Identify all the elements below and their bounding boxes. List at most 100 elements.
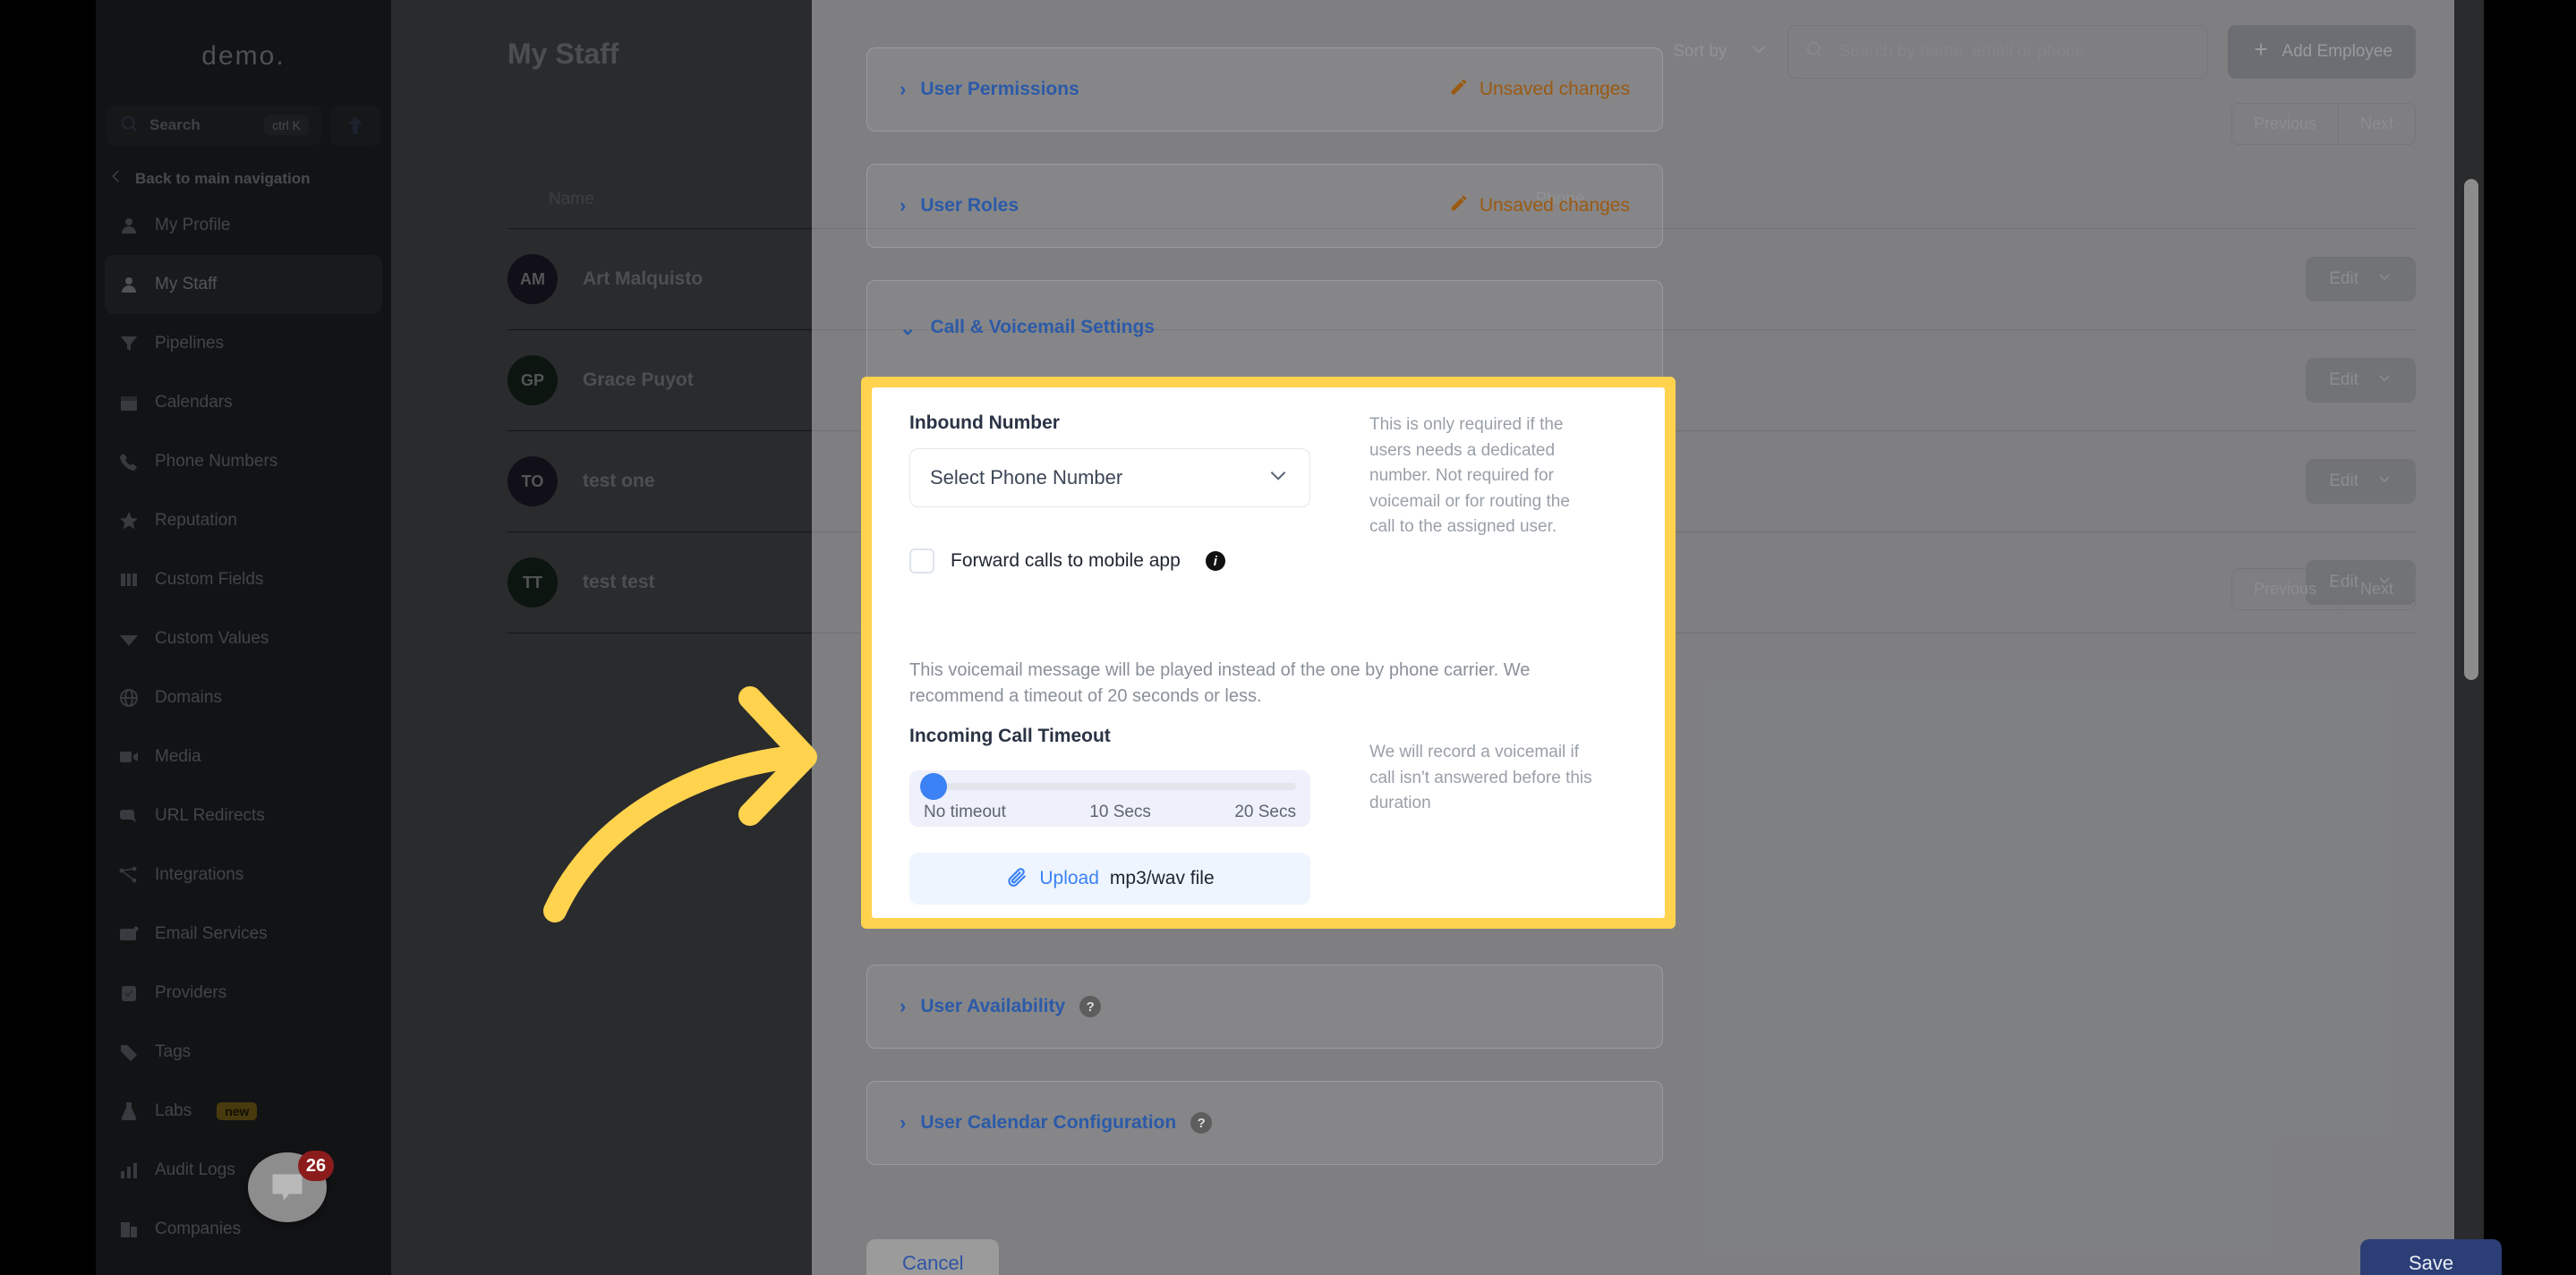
- sidebar-item-label: My Profile: [155, 216, 231, 234]
- globe-icon: [117, 686, 141, 710]
- sidebar-item-reputation[interactable]: Reputation: [105, 491, 382, 550]
- screen-root: demo. Search ctrl K Back to main navigat…: [0, 0, 2576, 1275]
- sidebar-item-label: Integrations: [155, 865, 244, 884]
- building-icon: [117, 1218, 141, 1241]
- sidebar-item-my-staff[interactable]: My Staff: [105, 255, 382, 314]
- sidebar-item-domains[interactable]: Domains: [105, 668, 382, 727]
- sidebar-item-label: Custom Fields: [155, 570, 264, 589]
- avatar: TO: [508, 456, 558, 506]
- redirect-icon: [117, 804, 141, 828]
- chat-widget-button[interactable]: 26: [248, 1151, 334, 1222]
- forward-calls-row[interactable]: Forward calls to mobile app i: [909, 548, 1627, 574]
- incoming-call-timeout-label: Incoming Call Timeout: [909, 726, 1111, 746]
- incoming-call-timeout-slider[interactable]: No timeout 10 Secs 20 Secs: [909, 770, 1310, 827]
- upload-voicemail-button[interactable]: Upload mp3/wav file: [909, 853, 1310, 905]
- highlight-frame: Inbound Number Select Phone Number Forwa…: [861, 377, 1676, 929]
- sidebar-item-labs[interactable]: Labs new: [105, 1082, 382, 1141]
- help-icon[interactable]: ?: [1079, 996, 1102, 1017]
- upload-link-text: Upload: [1039, 868, 1099, 888]
- sidebar-item-phone-numbers[interactable]: Phone Numbers: [105, 432, 382, 491]
- envelope-icon: [117, 922, 141, 946]
- accordion-user-availability[interactable]: › User Availability ?: [866, 965, 1663, 1049]
- upload-suffix-text: mp3/wav file: [1109, 868, 1215, 888]
- chevron-right-icon: ›: [900, 78, 907, 100]
- pencil-icon: [1449, 193, 1469, 218]
- sidebar-item-label: Domains: [155, 688, 222, 707]
- sidebar-item-my-profile[interactable]: My Profile: [105, 196, 382, 255]
- sidebar-item-url-redirects[interactable]: URL Redirects: [105, 786, 382, 846]
- slider-ticks: No timeout 10 Secs 20 Secs: [924, 803, 1296, 822]
- help-icon[interactable]: ?: [1190, 1112, 1213, 1134]
- chevron-left-icon: [108, 168, 124, 189]
- sidebar-item-custom-values[interactable]: Custom Values: [105, 609, 382, 668]
- voicemail-help-text: This voicemail message will be played in…: [909, 660, 1531, 706]
- accordion-user-permissions[interactable]: › User Permissions Unsaved changes: [866, 47, 1663, 132]
- sidebar-item-custom-fields[interactable]: Custom Fields: [105, 550, 382, 609]
- page-scrollbar[interactable]: [2464, 179, 2478, 680]
- sidebar-item-calendars[interactable]: Calendars: [105, 373, 382, 432]
- accordion-title: User Calendar Configuration: [920, 1112, 1177, 1133]
- video-icon: [117, 745, 141, 769]
- search-shortcut: ctrl K: [264, 115, 309, 135]
- sidebar-item-audit-logs[interactable]: Audit Logs: [105, 1141, 382, 1200]
- chevron-right-icon: ›: [900, 995, 907, 1017]
- avatar: TT: [508, 557, 558, 608]
- quick-action-button[interactable]: [330, 106, 380, 145]
- bar-chart-icon: [117, 1159, 141, 1182]
- paperclip-icon: [1005, 865, 1028, 893]
- info-icon[interactable]: i: [1205, 551, 1225, 571]
- user-circle-icon: [117, 214, 141, 237]
- forward-calls-checkbox[interactable]: [909, 548, 934, 574]
- slider-track[interactable]: [920, 773, 1296, 800]
- chevron-down-icon: [1267, 463, 1290, 492]
- slider-tick-min: No timeout: [924, 803, 1006, 821]
- annotation-arrow: [537, 680, 850, 931]
- diamond-icon: [117, 627, 141, 650]
- accordion-user-roles[interactable]: › User Roles Unsaved changes: [866, 164, 1663, 248]
- sidebar-item-tags[interactable]: Tags: [105, 1023, 382, 1082]
- sidebar-item-providers[interactable]: Providers: [105, 964, 382, 1023]
- sidebar-item-label: Providers: [155, 983, 227, 1002]
- staff-name: test test: [583, 572, 655, 592]
- back-to-main-navigation[interactable]: Back to main navigation: [96, 168, 391, 189]
- unsaved-changes-status: Unsaved changes: [1449, 193, 1630, 218]
- sidebar-item-label: My Staff: [155, 275, 218, 293]
- save-button[interactable]: Save: [2360, 1239, 2503, 1275]
- sidebar-search-row: Search ctrl K: [96, 106, 391, 145]
- accordion-title: User Roles: [920, 195, 1019, 216]
- app-logo: demo.: [201, 41, 286, 71]
- sidebar-item-media[interactable]: Media: [105, 727, 382, 786]
- slider-tick-max: 20 Secs: [1234, 803, 1296, 821]
- inbound-number-note: This is only required if the users needs…: [1369, 415, 1570, 536]
- sidebar-nav-list: My Profile My Staff Pipelines Calendars …: [96, 196, 391, 1259]
- unsaved-changes-status: Unsaved changes: [1449, 77, 1630, 102]
- sidebar: demo. Search ctrl K Back to main navigat…: [96, 0, 391, 1275]
- labs-new-badge: new: [217, 1102, 258, 1120]
- chevron-down-icon: ⌄: [900, 317, 917, 339]
- sidebar-item-email-services[interactable]: Email Services: [105, 905, 382, 964]
- sidebar-item-companies[interactable]: Companies: [105, 1200, 382, 1259]
- slider-handle[interactable]: [920, 773, 947, 800]
- unsaved-changes-label: Unsaved changes: [1479, 195, 1630, 216]
- sidebar-item-label: Calendars: [155, 393, 233, 412]
- sidebar-item-label: URL Redirects: [155, 806, 265, 825]
- search-placeholder: Search: [149, 116, 200, 133]
- funnel-icon: [117, 332, 141, 355]
- phone-icon: [117, 450, 141, 473]
- pencil-icon: [1449, 77, 1469, 102]
- flask-icon: [117, 1100, 141, 1123]
- search-input[interactable]: Search ctrl K: [107, 106, 321, 145]
- sidebar-item-label: Reputation: [155, 511, 237, 530]
- staff-name: Grace Puyot: [583, 370, 694, 390]
- accordion-title: Call & Voicemail Settings: [930, 317, 1155, 337]
- sidebar-item-pipelines[interactable]: Pipelines: [105, 314, 382, 373]
- sidebar-item-label: Companies: [155, 1220, 242, 1238]
- staff-name: Art Malquisto: [583, 268, 704, 289]
- accordion-user-calendar-configuration[interactable]: › User Calendar Configuration ?: [866, 1081, 1663, 1165]
- back-label: Back to main navigation: [135, 169, 311, 187]
- cancel-button[interactable]: Cancel: [866, 1239, 1000, 1275]
- inbound-number-select[interactable]: Select Phone Number: [909, 448, 1310, 507]
- forward-calls-label: Forward calls to mobile app: [951, 550, 1181, 571]
- sidebar-item-integrations[interactable]: Integrations: [105, 846, 382, 905]
- avatar: GP: [508, 355, 558, 405]
